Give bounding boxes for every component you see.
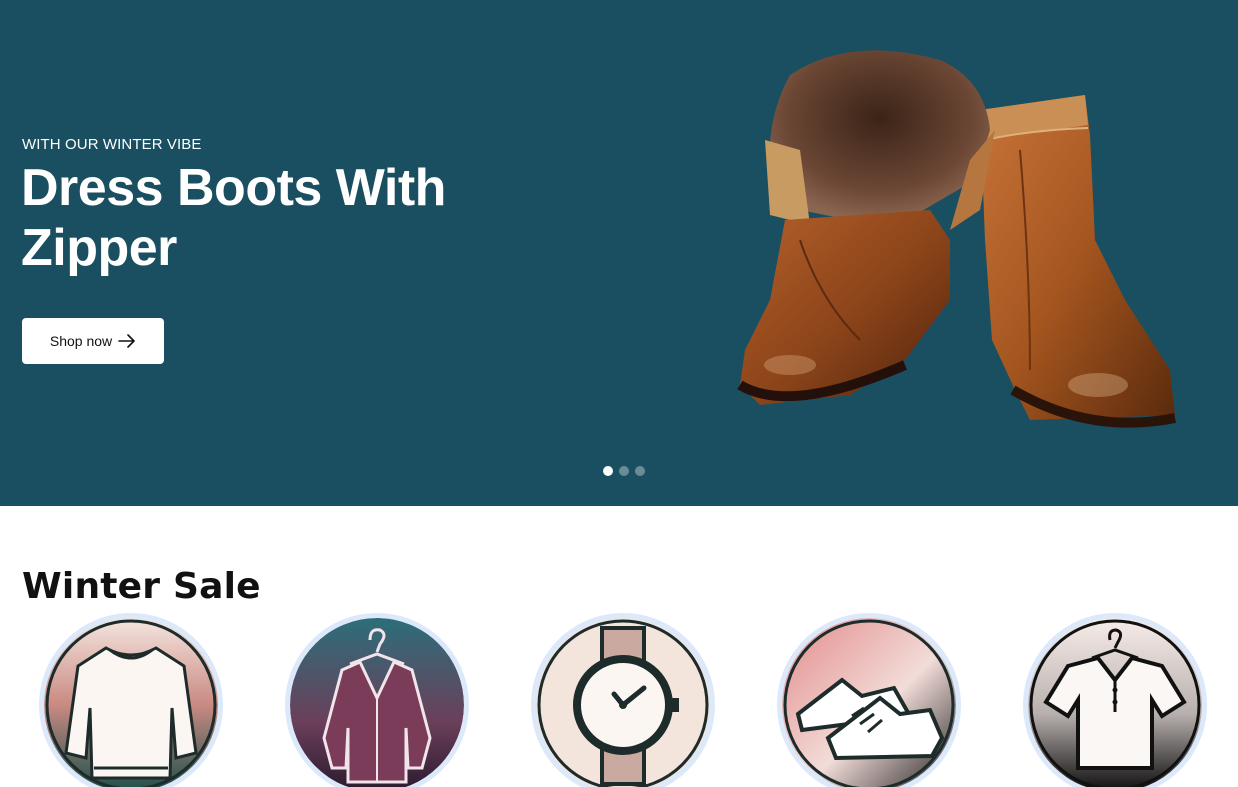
polo-shirt-icon — [1028, 618, 1202, 787]
hero-title: Dress Boots With Zipper — [21, 159, 446, 277]
jacket-icon — [290, 618, 464, 787]
category-jacket[interactable] — [285, 613, 469, 787]
sweater-icon — [44, 618, 218, 787]
category-sweater[interactable] — [39, 613, 223, 787]
shop-now-button[interactable]: Shop now — [22, 318, 164, 364]
carousel-dot-2[interactable] — [619, 466, 629, 476]
carousel-dots — [603, 466, 645, 476]
watch-icon — [536, 618, 710, 787]
hero-eyebrow: WITH OUR WINTER VIBE — [22, 136, 202, 153]
hero-banner: WITH OUR WINTER VIBE Dress Boots With Zi… — [0, 0, 1238, 506]
boots-image — [737, 50, 1176, 428]
carousel-dot-3[interactable] — [635, 466, 645, 476]
category-watch[interactable] — [531, 613, 715, 787]
carousel-dot-1[interactable] — [603, 466, 613, 476]
arrow-right-icon — [118, 334, 135, 348]
section-title: Winter Sale — [22, 566, 261, 607]
sneakers-icon — [782, 618, 956, 787]
shop-now-label: Shop now — [49, 333, 113, 349]
category-polo-shirt[interactable] — [1023, 613, 1207, 787]
category-sneakers[interactable] — [777, 613, 961, 787]
